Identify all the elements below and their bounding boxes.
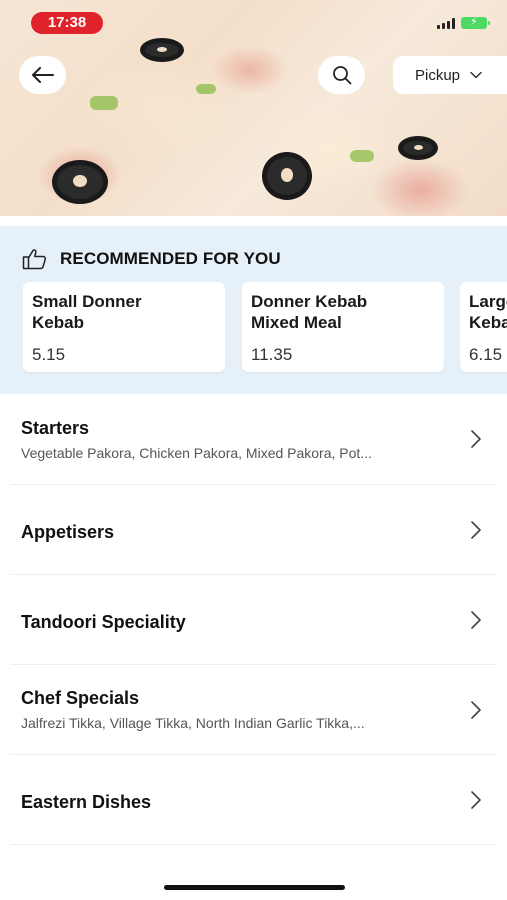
recommended-card[interactable]: Small Donner Kebab 5.15 (23, 282, 225, 372)
chevron-right-icon (471, 791, 481, 809)
recommended-title: RECOMMENDED FOR YOU (60, 249, 281, 268)
status-icons: ⚡ (437, 16, 490, 29)
pepper-decoration (350, 150, 374, 162)
recommended-section: RECOMMENDED FOR YOU Small Donner Kebab 5… (0, 226, 507, 394)
battery-icon: ⚡ (461, 16, 490, 29)
chevron-right-icon (471, 611, 481, 629)
signal-icon (437, 17, 455, 29)
recommended-item-name: Small Donner Kebab (32, 292, 142, 332)
pepper-decoration (196, 84, 216, 94)
category-row-starters[interactable]: Starters Vegetable Pakora, Chicken Pakor… (10, 395, 497, 485)
chevron-right-icon (471, 701, 481, 719)
back-button[interactable] (19, 56, 66, 94)
olive-decoration (262, 152, 312, 200)
category-row-chef-specials[interactable]: Chef Specials Jalfrezi Tikka, Village Ti… (10, 665, 497, 755)
status-time: 17:38 (31, 12, 103, 34)
pickup-mode-dropdown[interactable]: Pickup (393, 56, 507, 94)
recommended-header: RECOMMENDED FOR YOU (22, 248, 281, 270)
category-title: Appetisers (21, 522, 115, 542)
category-title: Chef Specials (21, 688, 140, 708)
search-icon (332, 66, 351, 85)
home-indicator[interactable] (164, 885, 345, 890)
recommended-card[interactable]: Donner Kebab Mixed Meal 11.35 (242, 282, 444, 372)
chevron-right-icon (471, 430, 481, 448)
thumbs-up-icon (22, 249, 47, 270)
chevron-right-icon (471, 521, 481, 539)
recommended-item-name: Large Donner Kebab (469, 292, 507, 332)
category-row-tandoori-speciality[interactable]: Tandoori Speciality (10, 575, 497, 665)
arrow-left-icon (31, 67, 54, 83)
category-subtitle: Vegetable Pakora, Chicken Pakora, Mixed … (21, 445, 372, 461)
search-button[interactable] (318, 56, 365, 94)
recommended-item-price: 5.15 (32, 345, 66, 364)
recommended-carousel[interactable]: Small Donner Kebab 5.15 Donner Kebab Mix… (23, 282, 507, 374)
category-title: Eastern Dishes (21, 792, 152, 812)
category-subtitle: Jalfrezi Tikka, Village Tikka, North Ind… (21, 715, 365, 731)
category-row-eastern-dishes[interactable]: Eastern Dishes (10, 755, 497, 845)
category-title: Tandoori Speciality (21, 612, 186, 632)
recommended-item-price: 6.15 (469, 345, 503, 364)
olive-decoration (398, 136, 438, 160)
olive-decoration (140, 38, 184, 62)
pickup-label: Pickup (415, 66, 461, 84)
recommended-card[interactable]: Large Donner Kebab 6.15 (460, 282, 507, 372)
category-title: Starters (21, 418, 90, 438)
category-row-appetisers[interactable]: Appetisers (10, 485, 497, 575)
recommended-item-name: Donner Kebab Mixed Meal (251, 292, 368, 332)
recommended-item-price: 11.35 (251, 345, 293, 364)
olive-decoration (52, 160, 108, 204)
chevron-down-icon (470, 71, 482, 79)
pepper-decoration (90, 96, 118, 110)
